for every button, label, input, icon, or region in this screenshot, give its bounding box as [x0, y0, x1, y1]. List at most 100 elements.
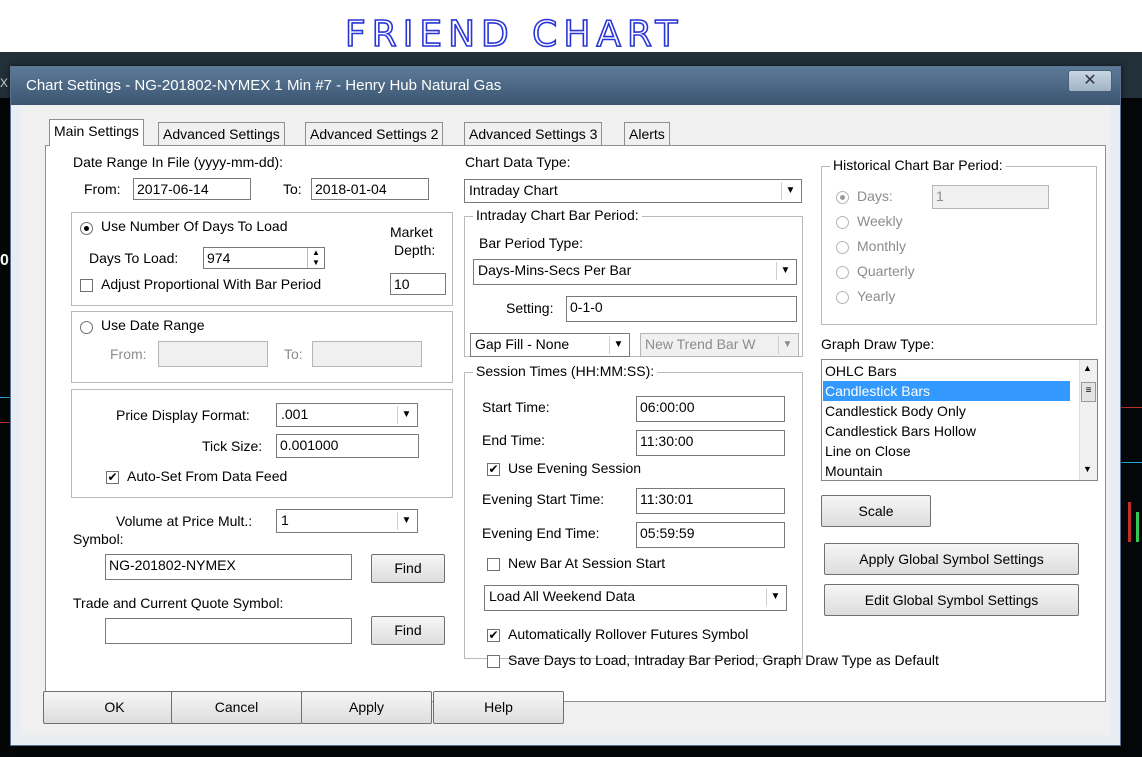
days-spinner[interactable]: ▲ ▼ [307, 248, 324, 268]
end-time-field[interactable]: 11:30:00 [636, 430, 785, 456]
save-default-checkbox[interactable] [487, 655, 500, 668]
range-from-field[interactable] [158, 341, 268, 367]
graph-draw-item-ohlc[interactable]: OHLC Bars [823, 361, 1070, 381]
edit-global-settings-button[interactable]: Edit Global Symbol Settings [824, 584, 1079, 616]
graph-draw-item-candlestick[interactable]: Candlestick Bars [823, 381, 1070, 401]
market-depth-field[interactable]: 10 [390, 273, 446, 295]
setting-label: Setting: [506, 300, 554, 316]
chart-data-type-select[interactable]: Intraday Chart ▼ [464, 179, 802, 203]
scroll-thumb[interactable]: ≡ [1081, 382, 1096, 402]
apply-global-settings-button[interactable]: Apply Global Symbol Settings [824, 543, 1079, 575]
auto-rollover-checkbox[interactable]: ✔ [487, 629, 500, 642]
chart-data-type-label: Chart Data Type: [465, 154, 571, 170]
scale-button[interactable]: Scale [821, 495, 931, 527]
use-evening-session-checkbox[interactable]: ✔ [487, 463, 500, 476]
check-icon: ✔ [488, 462, 499, 476]
chevron-down-icon: ▼ [397, 512, 415, 530]
historical-quarterly-radio[interactable] [836, 266, 849, 279]
cancel-button[interactable]: Cancel [171, 691, 302, 724]
dialog-title: Chart Settings - NG-201802-NYMEX 1 Min #… [26, 77, 502, 94]
chevron-down-icon: ▼ [776, 262, 794, 280]
graph-draw-item-line-on-close[interactable]: Line on Close [823, 441, 1070, 461]
from-label: From: [84, 181, 121, 197]
historical-monthly-radio[interactable] [836, 241, 849, 254]
use-days-radio[interactable] [80, 222, 93, 235]
evening-start-label: Evening Start Time: [482, 491, 605, 507]
chevron-down-icon: ▼ [397, 406, 415, 424]
start-time-field[interactable]: 06:00:00 [636, 396, 785, 422]
tab-alerts[interactable]: Alerts [624, 122, 670, 145]
range-to-field[interactable] [312, 341, 422, 367]
market-depth-label-1: Market [390, 224, 433, 240]
scroll-up-icon[interactable]: ▲ [1083, 363, 1092, 373]
scroll-down-icon[interactable]: ▼ [1083, 464, 1092, 474]
tab-advanced-settings-3[interactable]: Advanced Settings 3 [464, 122, 603, 145]
bar-period-type-value: Days-Mins-Secs Per Bar [478, 262, 632, 278]
historical-weekly-radio[interactable] [836, 216, 849, 229]
chevron-down-icon: ▼ [609, 336, 627, 354]
tick-size-label: Tick Size: [202, 438, 263, 454]
adjust-proportional-checkbox[interactable] [80, 279, 93, 292]
dialog-titlebar[interactable]: Chart Settings - NG-201802-NYMEX 1 Min #… [11, 67, 1120, 105]
dialog-client-area: Main Settings Advanced Settings Advanced… [20, 105, 1110, 735]
help-button[interactable]: Help [433, 691, 564, 724]
use-evening-session-label: Use Evening Session [508, 460, 642, 476]
historical-days-radio[interactable] [836, 191, 849, 204]
session-times-title: Session Times (HH:MM:SS): [473, 363, 658, 379]
evening-end-field[interactable]: 05:59:59 [636, 522, 785, 548]
tab-main-settings[interactable]: Main Settings [49, 119, 144, 146]
historical-days-field[interactable]: 1 [932, 185, 1049, 209]
chart-data-type-value: Intraday Chart [469, 182, 558, 198]
from-date-field[interactable]: 2017-06-14 [133, 178, 251, 200]
date-range-header: Date Range In File (yyyy-mm-dd): [73, 154, 284, 170]
symbol-field[interactable]: NG-201802-NYMEX [105, 554, 352, 580]
new-bar-session-label: New Bar At Session Start [508, 555, 666, 571]
use-date-range-radio[interactable] [80, 321, 93, 334]
evening-start-field[interactable]: 11:30:01 [636, 488, 785, 514]
main-settings-panel: Date Range In File (yyyy-mm-dd): From: 2… [45, 145, 1106, 702]
ok-button[interactable]: OK [43, 691, 186, 724]
price-display-format-select[interactable]: .001 ▼ [276, 403, 418, 427]
graph-draw-scrollbar[interactable]: ▲ ≡ ▼ [1079, 360, 1097, 480]
close-icon: ✕ [1083, 72, 1097, 89]
bar-period-type-select[interactable]: Days-Mins-Secs Per Bar ▼ [473, 259, 797, 285]
symbol-label: Symbol: [73, 531, 124, 547]
range-to-label: To: [284, 346, 303, 362]
trade-symbol-field[interactable] [105, 618, 352, 644]
new-trend-bar-select[interactable]: New Trend Bar W ▼ [640, 333, 799, 357]
apply-button[interactable]: Apply [301, 691, 432, 724]
chart-settings-dialog: Chart Settings - NG-201802-NYMEX 1 Min #… [10, 66, 1121, 746]
setting-field[interactable]: 0-1-0 [566, 296, 797, 322]
gap-fill-select[interactable]: Gap Fill - None ▼ [470, 333, 630, 357]
to-date-field[interactable]: 2018-01-04 [311, 178, 429, 200]
tab-advanced-settings-2[interactable]: Advanced Settings 2 [305, 122, 444, 145]
close-button[interactable]: ✕ [1068, 70, 1112, 92]
historical-yearly-radio[interactable] [836, 291, 849, 304]
trade-symbol-find-button[interactable]: Find [371, 616, 445, 645]
weekend-data-select[interactable]: Load All Weekend Data ▼ [484, 585, 787, 611]
auto-set-checkbox[interactable]: ✔ [106, 471, 119, 484]
graph-draw-item-mountain[interactable]: Mountain [823, 461, 1070, 481]
tick-size-field[interactable]: 0.001000 [276, 434, 419, 458]
graph-draw-type-list[interactable]: OHLC Bars Candlestick Bars Candlestick B… [821, 359, 1098, 481]
days-to-load-label: Days To Load: [89, 250, 179, 266]
graph-draw-item-candlestick-hollow[interactable]: Candlestick Bars Hollow [823, 421, 1070, 441]
adjust-proportional-label: Adjust Proportional With Bar Period [101, 276, 322, 292]
end-time-label: End Time: [482, 432, 546, 448]
historical-bar-period-title: Historical Chart Bar Period: [830, 157, 1006, 173]
historical-weekly-label: Weekly [857, 213, 903, 229]
graph-draw-item-candlestick-body[interactable]: Candlestick Body Only [823, 401, 1070, 421]
days-to-load-input[interactable]: 974 ▲ ▼ [203, 247, 325, 269]
days-to-load-value: 974 [207, 250, 231, 266]
background-glyph-zero: 0 [0, 252, 9, 269]
historical-days-label: Days: [857, 188, 893, 204]
weekend-data-value: Load All Weekend Data [489, 588, 636, 604]
graph-draw-type-label: Graph Draw Type: [821, 336, 935, 352]
historical-yearly-label: Yearly [857, 288, 896, 304]
new-trend-bar-value: New Trend Bar W [645, 336, 756, 352]
tab-advanced-settings[interactable]: Advanced Settings [158, 122, 285, 145]
new-bar-session-checkbox[interactable] [487, 558, 500, 571]
volume-mult-label: Volume at Price Mult.: [116, 513, 253, 529]
volume-mult-select[interactable]: 1 ▼ [276, 509, 418, 533]
symbol-find-button[interactable]: Find [371, 554, 445, 583]
